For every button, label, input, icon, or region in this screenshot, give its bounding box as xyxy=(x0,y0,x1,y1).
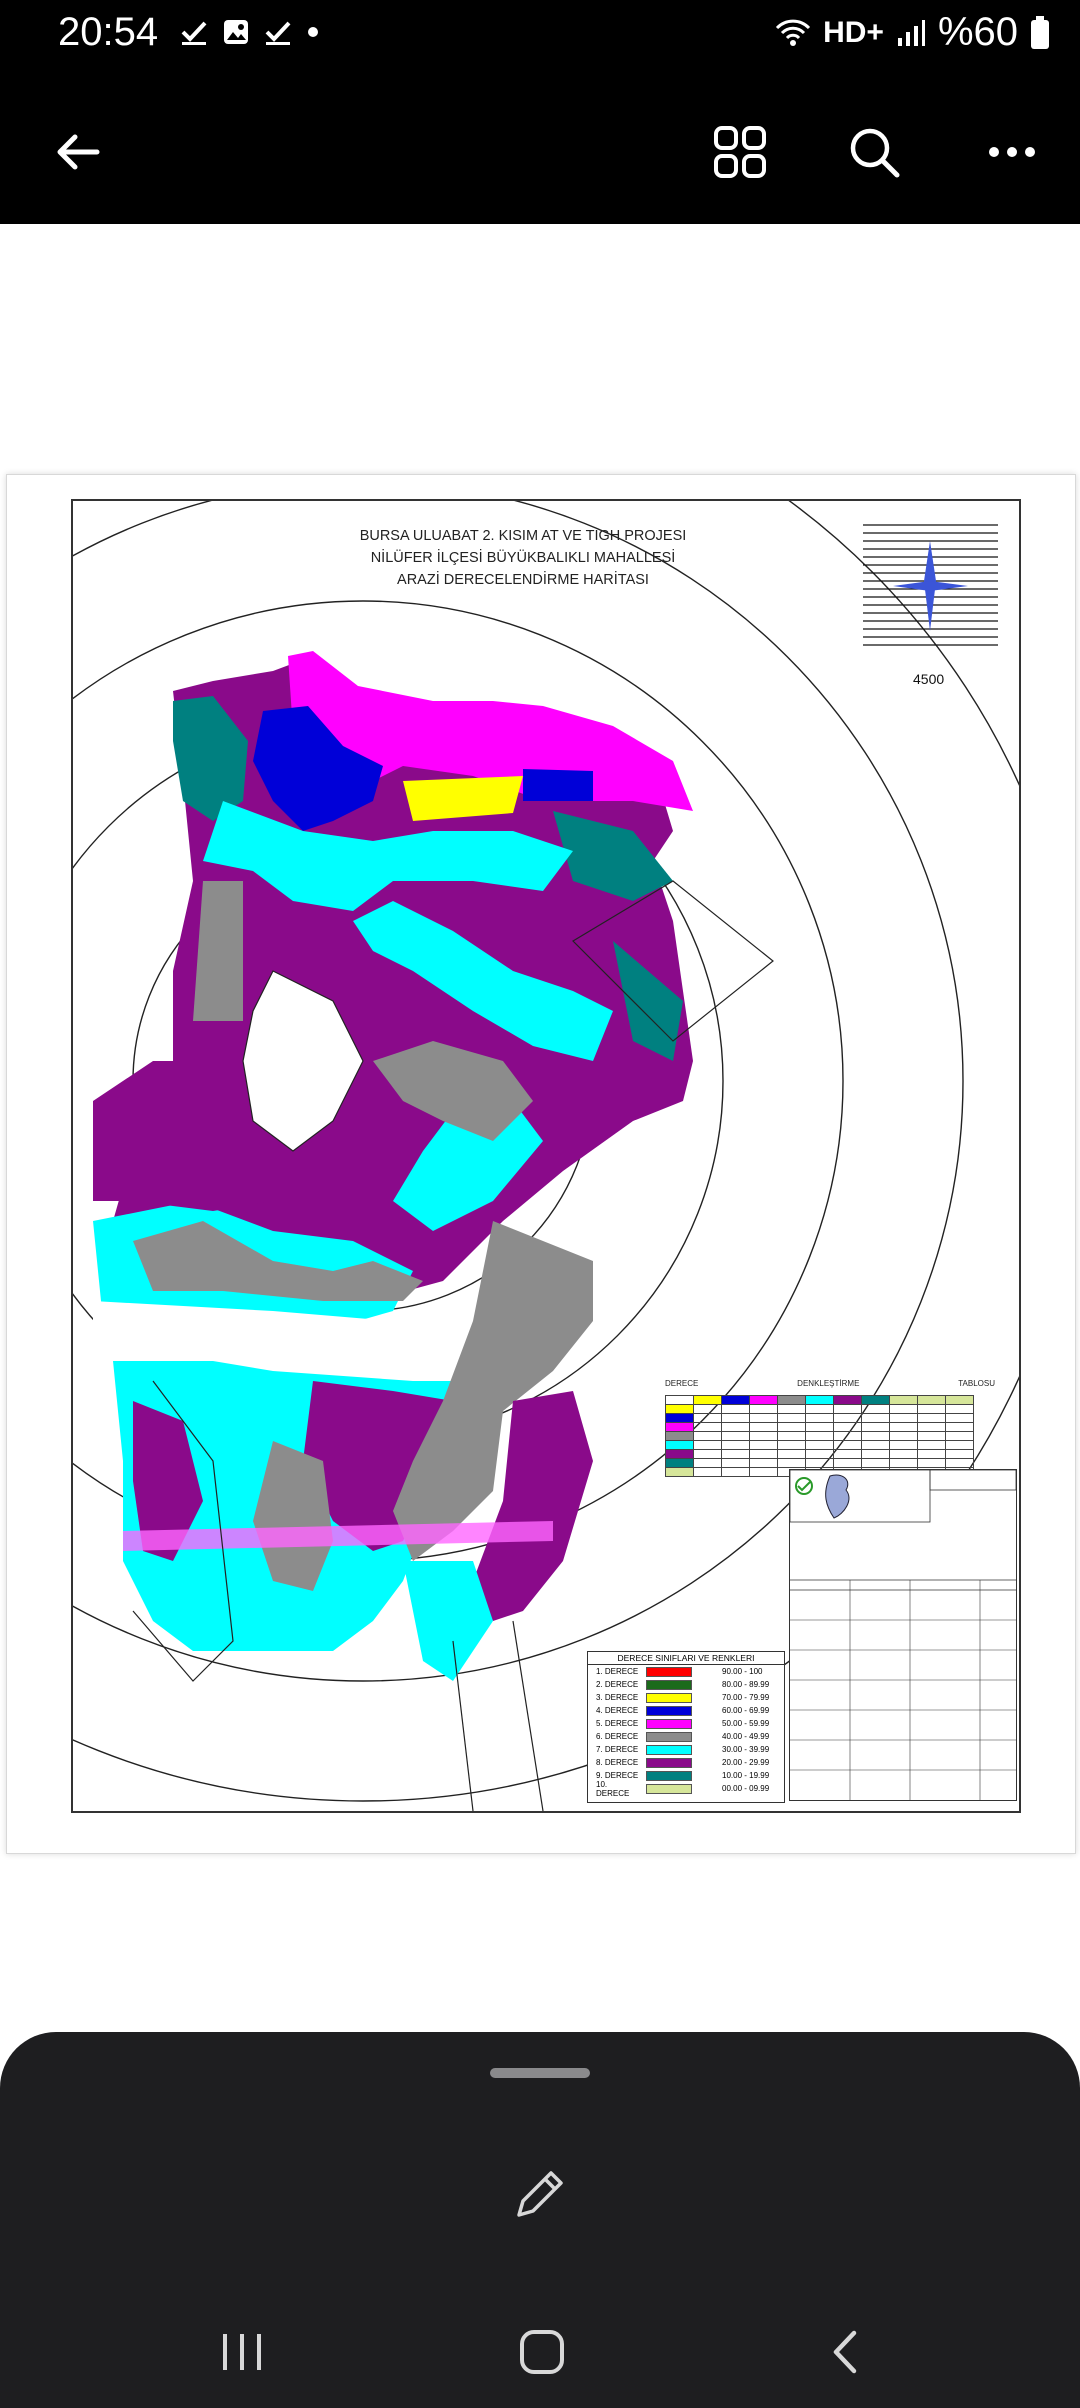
legend-swatch xyxy=(646,1679,692,1690)
app-bar xyxy=(0,72,1080,224)
more-icon xyxy=(989,147,1035,157)
table-header: DERECE DENKLEŞTİRME TABLOSU xyxy=(665,1379,995,1388)
legend-row: 3. DERECE 70.00 - 79.99 xyxy=(588,1691,784,1704)
back-arrow-icon xyxy=(57,134,100,170)
map-title-block xyxy=(789,1469,1017,1801)
edit-button[interactable] xyxy=(500,2154,580,2234)
legend-swatch xyxy=(646,1731,692,1742)
legend-range: 50.00 - 59.99 xyxy=(722,1719,770,1728)
back-chevron-icon xyxy=(833,2330,857,2374)
legend-swatch xyxy=(646,1744,692,1755)
legend-row: 8. DERECE 20.00 - 29.99 xyxy=(588,1756,784,1769)
legend-swatch xyxy=(646,1705,692,1716)
signal-icon xyxy=(897,19,925,46)
legend-label: 10. DERECE xyxy=(596,1779,630,1798)
legend-swatch xyxy=(646,1718,692,1729)
legend-range: 00.00 - 09.99 xyxy=(722,1784,770,1793)
more-options-button[interactable] xyxy=(972,112,1052,192)
legend-row: 1. DERECE 90.00 - 100 xyxy=(588,1665,784,1678)
status-right: HD+ %60 xyxy=(775,10,1050,55)
check-icon xyxy=(181,21,207,45)
legend-row: 10. DERECE 00.00 - 09.99 xyxy=(588,1779,784,1798)
legend-range: 90.00 - 100 xyxy=(722,1667,763,1676)
legend-range: 60.00 - 69.99 xyxy=(722,1706,770,1715)
legend-swatch xyxy=(646,1666,692,1677)
map-title-line3: ARAZİ DERECELENDİRME HARİTASI xyxy=(397,572,649,588)
image-viewer[interactable]: BURSA ULUABAT 2. KISIM AT VE TIGH PROJES… xyxy=(0,224,1080,2032)
back-button[interactable] xyxy=(38,112,118,192)
map-title: BURSA ULUABAT 2. KISIM AT VE TIGH PROJES… xyxy=(323,525,723,591)
table-header-3: TABLOSU xyxy=(958,1379,995,1388)
recents-button[interactable] xyxy=(202,2312,282,2392)
legend-label: 7. DERECE xyxy=(596,1745,639,1754)
network-type: HD+ xyxy=(823,15,884,49)
legend-range: 10.00 - 19.99 xyxy=(722,1771,770,1780)
wifi-icon xyxy=(775,19,811,46)
legend-row: 5. DERECE 50.00 - 59.99 xyxy=(588,1717,784,1730)
map-frame: BURSA ULUABAT 2. KISIM AT VE TIGH PROJES… xyxy=(71,499,1021,1813)
map-title-line1: BURSA ULUABAT 2. KISIM AT VE TIGH PROJES… xyxy=(359,528,687,544)
battery-percent: %60 xyxy=(937,10,1018,54)
legend-range: 70.00 - 79.99 xyxy=(722,1693,770,1702)
sheet-drag-handle[interactable] xyxy=(490,2068,590,2078)
legend-range: 40.00 - 49.99 xyxy=(722,1732,770,1741)
legend-range: 20.00 - 29.99 xyxy=(722,1758,770,1767)
legend-row: 2. DERECE 80.00 - 89.99 xyxy=(588,1678,784,1691)
legend-range: 30.00 - 39.99 xyxy=(722,1745,770,1754)
nav-back-button[interactable] xyxy=(806,2312,886,2392)
legend-title: DERECE SINIFLARI VE RENKLERI xyxy=(588,1652,784,1665)
legend-label: 8. DERECE xyxy=(596,1758,639,1767)
status-notification-icons xyxy=(180,18,320,46)
status-bar: 20:54 HD+ %60 xyxy=(0,0,1080,72)
legend-label: 6. DERECE xyxy=(596,1732,639,1741)
table-header-2: DENKLEŞTİRME xyxy=(797,1379,860,1388)
search-icon xyxy=(850,128,900,178)
north-arrow xyxy=(863,524,998,646)
legend-label: 3. DERECE xyxy=(596,1693,639,1702)
legend-label: 4. DERECE xyxy=(596,1706,639,1715)
home-button[interactable] xyxy=(502,2312,582,2392)
parcel-shapes xyxy=(93,651,693,1681)
search-button[interactable] xyxy=(834,112,914,192)
legend-label: 2. DERECE xyxy=(596,1680,639,1689)
map-document[interactable]: BURSA ULUABAT 2. KISIM AT VE TIGH PROJES… xyxy=(6,474,1076,1854)
legend-row: 7. DERECE 30.00 - 39.99 xyxy=(588,1743,784,1756)
legend-row: 6. DERECE 40.00 - 49.99 xyxy=(588,1730,784,1743)
status-time: 20:54 xyxy=(58,10,159,54)
recents-icon xyxy=(223,2334,261,2370)
battery-icon xyxy=(1031,15,1049,49)
legend-row: 4. DERECE 60.00 - 69.99 xyxy=(588,1704,784,1717)
image-icon xyxy=(224,20,248,44)
legend-swatch xyxy=(646,1770,692,1781)
scale-label: 4500 xyxy=(913,671,945,687)
dot-icon xyxy=(308,27,318,37)
table-header-1: DERECE xyxy=(665,1379,699,1388)
pencil-icon xyxy=(517,2171,563,2217)
legend-label: 5. DERECE xyxy=(596,1719,639,1728)
table-grid xyxy=(665,1395,974,1477)
legend-swatch xyxy=(646,1783,692,1794)
logo-emblem xyxy=(789,1469,1017,1800)
grid-icon xyxy=(714,126,766,178)
bottom-sheet xyxy=(0,2032,1080,2408)
legend-swatch xyxy=(646,1692,692,1703)
check-icon xyxy=(265,21,291,45)
legend-range: 80.00 - 89.99 xyxy=(722,1680,770,1689)
legend-swatch xyxy=(646,1757,692,1768)
legend-label: 1. DERECE xyxy=(596,1667,639,1676)
grade-legend: DERECE SINIFLARI VE RENKLERI 1. DERECE 90… xyxy=(587,1651,785,1803)
grid-button[interactable] xyxy=(700,112,780,192)
map-title-line2: NİLÜFER İLÇESİ BÜYÜKBALIKLI MAHALLESİ xyxy=(370,550,676,566)
navigation-bar xyxy=(0,2282,1080,2408)
home-icon xyxy=(520,2330,564,2374)
